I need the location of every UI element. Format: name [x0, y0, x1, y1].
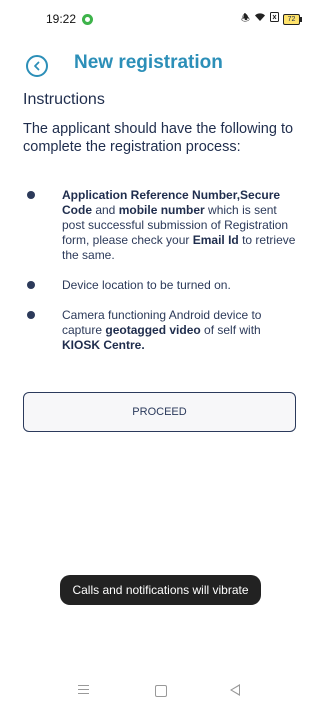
menu-icon[interactable] [78, 685, 89, 695]
home-icon[interactable] [155, 685, 167, 697]
wifi-icon [254, 12, 266, 26]
instructions-heading: Instructions [23, 91, 105, 108]
back-nav-icon[interactable] [230, 684, 240, 696]
requirement-item: Device location to be turned on. [26, 278, 296, 293]
chevron-left-icon [34, 61, 40, 71]
battery-icon: 72 [283, 13, 302, 25]
vibrate-icon: 🕭 [241, 13, 250, 24]
system-nav-bar [0, 680, 320, 702]
requirement-item: Camera functioning Android device to cap… [26, 308, 296, 353]
back-button[interactable] [26, 55, 48, 77]
status-icons: 🕭 72 [241, 12, 302, 26]
status-bar: 19:22 🕭 72 [0, 0, 320, 38]
page-title: New registration [74, 52, 223, 73]
requirements-list: Application Reference Number,Secure Code… [26, 188, 296, 353]
status-time: 19:22 [46, 12, 77, 26]
page-header: New registration [26, 52, 223, 78]
proceed-button[interactable]: PROCEED [23, 392, 296, 432]
instructions-intro: The applicant should have the following … [23, 121, 294, 155]
requirement-item: Application Reference Number,Secure Code… [26, 188, 296, 263]
sim-icon [270, 12, 279, 26]
toast-message: Calls and notifications will vibrate [60, 575, 261, 605]
app-notification-icon [82, 14, 93, 25]
